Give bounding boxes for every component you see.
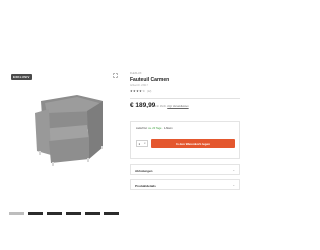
thumbnail[interactable] [85,212,100,215]
product-title: Fauteuil Carmen [130,77,170,83]
exclusive-badge: EXKLUSIV [11,74,32,80]
thumbnail[interactable] [47,212,62,215]
thumbnail[interactable] [9,212,24,215]
thumbnail[interactable] [104,212,119,215]
accordion-label: Produktdetails [135,183,156,188]
quantity-select[interactable]: 1 ▾ [136,140,148,147]
quantity-value: 1 [138,141,141,146]
brand-name[interactable]: FLEXLUX [130,72,142,75]
delivery-label: Lieferfrist: [136,127,148,130]
accordion-product-details[interactable]: Produktdetails ⌄ [130,179,240,190]
rating-count[interactable]: (12) [147,90,151,93]
add-to-cart-button[interactable]: In den Warenkorb legen [151,139,235,148]
product-gallery: EXKLUSIV [9,68,120,218]
thumbnail-strip [9,212,120,218]
accordion-label: Abholungen [135,168,153,173]
thumbnail[interactable] [66,212,81,215]
rating-stars[interactable]: ★★★★☆ [130,89,145,93]
expand-icon[interactable] [113,73,118,78]
delivery-time: ca. 20 Tage [148,127,162,130]
product-price: € 189,99 [130,102,156,109]
purchase-box: Lieferfrist: ca. 20 Tage · 1-Mann 1 ▾ In… [130,121,240,159]
product-image[interactable] [31,89,107,169]
shipping-costs-link[interactable]: zzgl. Versandkosten [167,105,188,108]
delivery-info: Lieferfrist: ca. 20 Tage · 1-Mann [136,127,173,130]
thumbnail[interactable] [28,212,43,215]
armchair-image [35,95,103,166]
delivery-type: · 1-Mann [162,127,173,130]
price-info: inkl. MwSt. zzgl. Versandkosten [155,105,189,108]
chevron-down-icon: ▾ [144,142,146,145]
product-page: EXKLUSIV FLEXLUX Fauteuil Carmen Artikel… [0,0,250,250]
article-number: Artikel-Nr. 23417 [130,84,148,87]
divider [130,98,240,99]
price-info-prefix: inkl. MwSt. [155,105,167,108]
accordion-pickups[interactable]: Abholungen ⌄ [130,164,240,175]
chevron-down-icon: ⌄ [232,168,235,172]
chevron-down-icon: ⌄ [232,183,235,187]
